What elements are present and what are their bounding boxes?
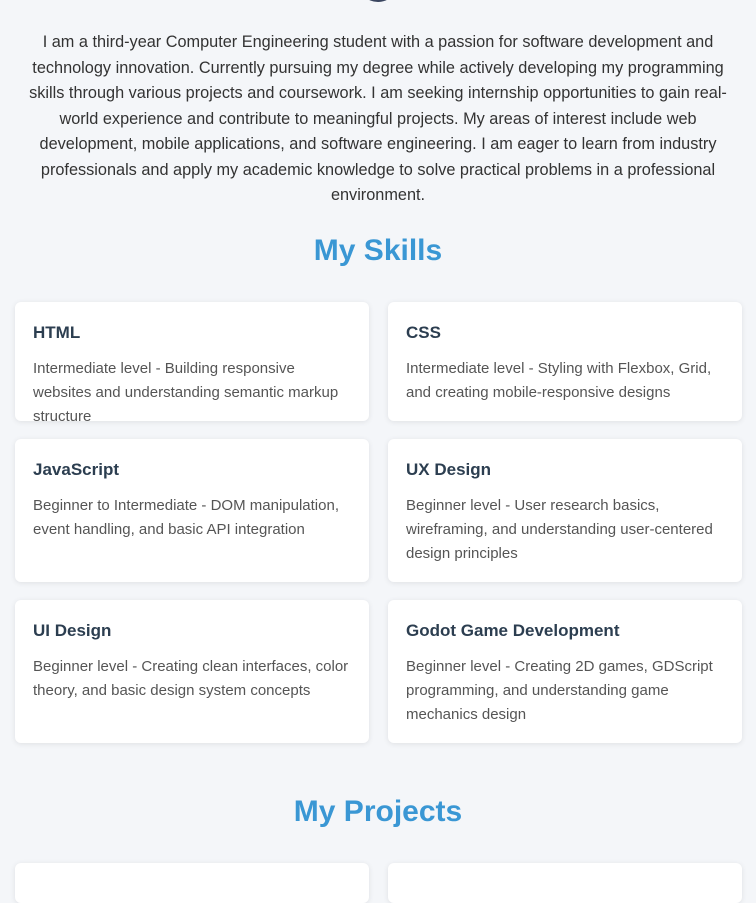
- skill-card-godot: Godot Game Development Beginner level - …: [388, 600, 742, 743]
- skills-grid: HTML Intermediate level - Building respo…: [15, 302, 742, 743]
- skill-name: JavaScript: [33, 460, 119, 479]
- skill-description: Intermediate level - Styling with Flexbo…: [406, 360, 712, 401]
- about-paragraph: I am a third-year Computer Engineering s…: [29, 33, 727, 204]
- skill-card-javascript: JavaScript Beginner to Intermediate - DO…: [15, 439, 369, 582]
- skill-card-css: CSS Intermediate level - Styling with Fl…: [388, 302, 742, 421]
- skill-description: Beginner level - Creating 2D games, GDSc…: [406, 658, 713, 723]
- skill-card-ux-design: UX Design Beginner level - User research…: [388, 439, 742, 582]
- skill-description: Intermediate level - Building responsive…: [33, 360, 339, 425]
- projects-grid: [15, 863, 742, 903]
- skill-card-html: HTML Intermediate level - Building respo…: [15, 302, 369, 425]
- profile-avatar: [358, 0, 398, 2]
- skill-card-ui-design: UI Design Beginner level - Creating clea…: [15, 600, 369, 743]
- skill-name: UX Design: [406, 460, 492, 479]
- projects-section-title: My Projects: [293, 795, 463, 828]
- skill-description: Beginner level - User research basics, w…: [406, 497, 713, 562]
- skill-name: UI Design: [33, 621, 112, 640]
- skill-name: Godot Game Development: [406, 621, 620, 640]
- project-card: [15, 863, 369, 903]
- project-card: [388, 863, 742, 903]
- skills-section-title: My Skills: [313, 234, 443, 267]
- skill-description: Beginner level - Creating clean interfac…: [33, 658, 349, 699]
- skill-name: HTML: [33, 323, 81, 342]
- skill-description: Beginner to Intermediate - DOM manipulat…: [33, 497, 339, 538]
- skill-name: CSS: [406, 323, 441, 342]
